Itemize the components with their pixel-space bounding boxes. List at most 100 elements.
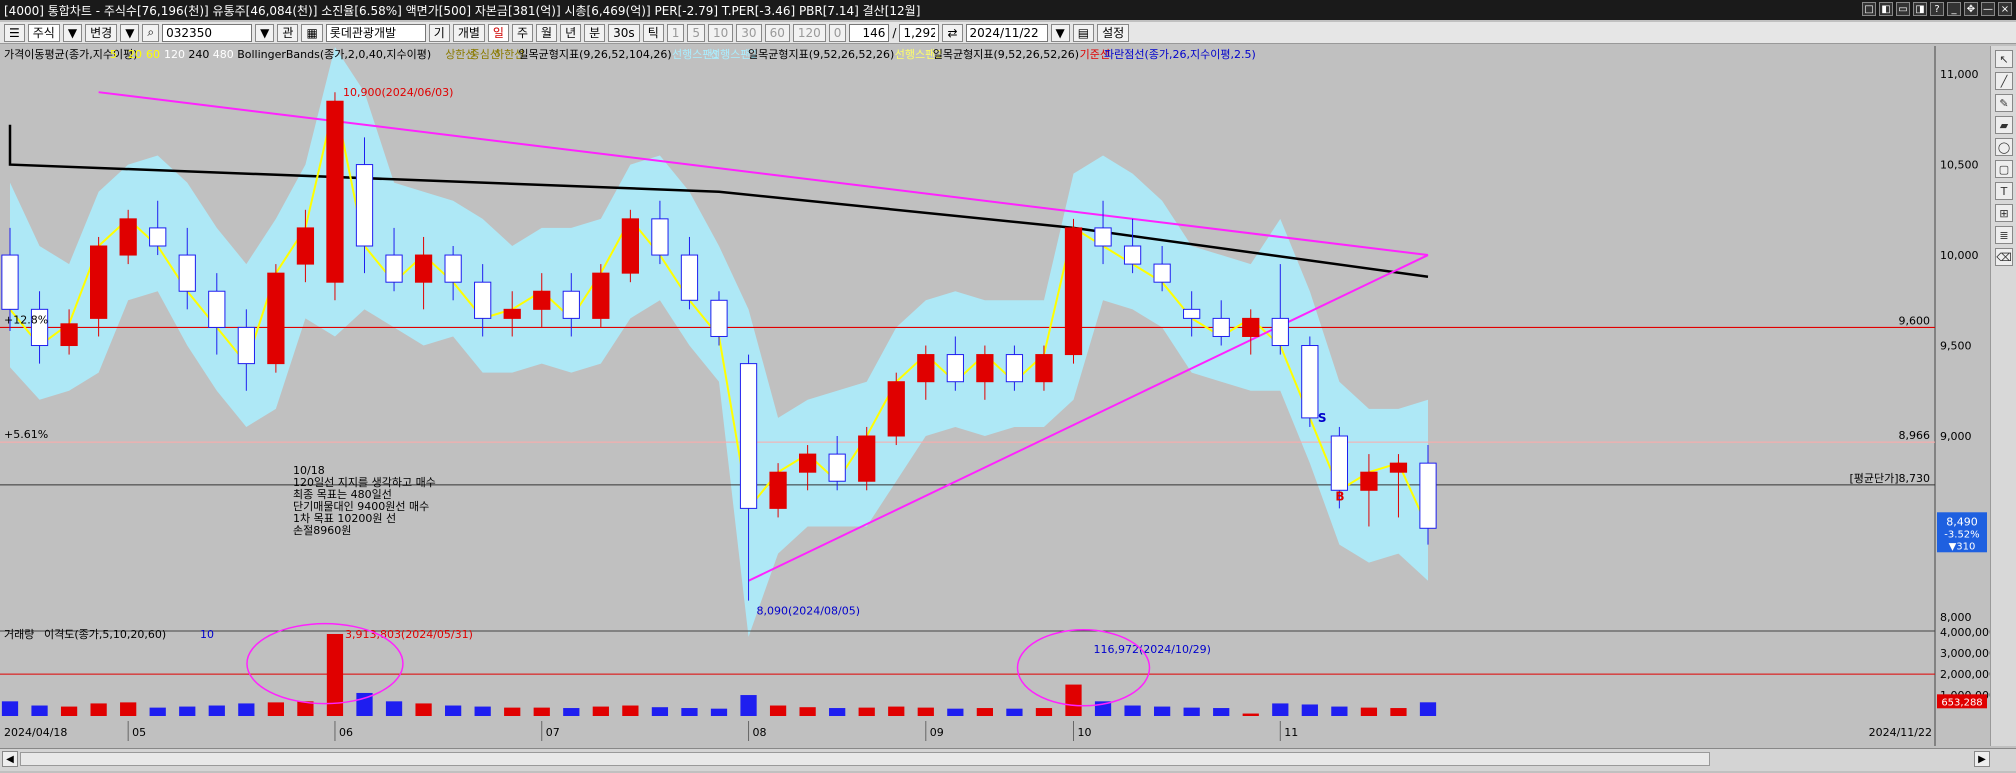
text-tool-icon[interactable]: T — [1995, 182, 2013, 200]
jump-button[interactable]: 관 — [277, 23, 299, 42]
tab-period[interactable]: 분 — [584, 23, 606, 42]
volume-bar — [445, 705, 462, 716]
rectangle-tool-icon[interactable]: ▢ — [1995, 160, 2013, 178]
candle-body — [858, 435, 876, 482]
range-input[interactable] — [899, 23, 940, 42]
ellipse-tool-icon[interactable]: ◯ — [1995, 138, 2013, 156]
indicator-legend-item: 5 — [110, 48, 117, 61]
memo-line: 손절8960원 — [293, 524, 351, 537]
minute-button[interactable]: 1 — [666, 23, 685, 42]
volume-panel-param: 10 — [200, 628, 214, 641]
candle-body — [1094, 227, 1112, 247]
candle-body — [60, 323, 78, 347]
scroll-thumb[interactable] — [20, 752, 1710, 766]
window-title: [4000] 통합차트 - 주식수[76,196(천)] 유통주[46,084(… — [4, 3, 921, 18]
window-button[interactable]: × — [1998, 2, 2012, 16]
volume-bar — [415, 703, 432, 716]
candle-body — [976, 354, 994, 383]
tab-period[interactable]: 주 — [511, 23, 534, 42]
window-button[interactable]: ◨ — [1913, 2, 1927, 16]
minute-button[interactable]: 10 — [708, 23, 734, 42]
volume-bar — [31, 705, 48, 716]
window-button[interactable]: _ — [1947, 2, 1961, 16]
volume-bar — [740, 695, 757, 716]
candle-body — [739, 363, 758, 509]
price-tick-label: 8,000 — [1940, 611, 1972, 624]
link-icon[interactable]: ⇄ — [942, 23, 963, 42]
count-input[interactable] — [849, 23, 890, 42]
candle-body — [769, 471, 787, 509]
scroll-left-icon[interactable]: ◀ — [2, 751, 18, 767]
level-label-9600: 9,600 — [1899, 314, 1931, 327]
date-start: 2024/04/18 — [4, 726, 67, 739]
tab-period[interactable]: 월 — [536, 23, 558, 42]
view-button[interactable]: 개별 — [452, 23, 485, 42]
left-pct-label: +5.61% — [4, 428, 48, 441]
volume-bar — [385, 701, 403, 716]
high-label: 10,900(2024/06/03) — [343, 86, 453, 99]
horizontal-scrollbar[interactable]: ◀ ▶ — [0, 748, 2016, 771]
volume-bar — [1390, 708, 1407, 716]
stock-name-input[interactable] — [325, 23, 426, 42]
candle-body — [710, 299, 728, 337]
left-pct-label2: +12.8% — [4, 313, 48, 326]
candle-body — [680, 254, 699, 301]
indicator-legend-item: 60 — [146, 48, 160, 61]
indicator-legend-item: 480 — [213, 48, 234, 61]
window-button[interactable]: — — [1981, 2, 1995, 16]
indicator-legend: 가격이동평균(종가,지수이평)5 20 60 120 240 480 BollingerBa… — [4, 47, 1256, 61]
volume-bar — [651, 707, 669, 716]
window-button[interactable]: □ — [1862, 2, 1876, 16]
pointer-icon[interactable]: ↖ — [1995, 50, 2013, 68]
candle-body — [1123, 245, 1142, 265]
tab-period[interactable]: 틱 — [642, 23, 664, 42]
price-chart[interactable]: 10,900(2024/06/03)8,090(2024/08/05)10/18… — [0, 46, 2016, 773]
dropdown-icon[interactable]: ▼ — [120, 23, 140, 42]
volume-bar — [1242, 713, 1259, 716]
stock-code-input[interactable] — [162, 23, 253, 42]
minute-button[interactable]: 120 — [792, 23, 826, 42]
window-button[interactable]: ✥ — [1964, 2, 1978, 16]
avg-price-label: [평균단가]8,730 — [1849, 472, 1930, 485]
date-input[interactable] — [965, 23, 1048, 42]
candle-body — [1212, 317, 1230, 337]
brush-tool-icon[interactable]: ▰ — [1995, 116, 2013, 134]
calendar-icon[interactable]: ▤ — [1072, 23, 1095, 42]
window-button[interactable]: ◧ — [1879, 2, 1893, 16]
chart-tool-icon[interactable]: ⊞ — [1995, 204, 2013, 222]
volume-bar — [1124, 705, 1141, 716]
candle-body — [444, 254, 462, 283]
tab-period[interactable]: 년 — [560, 23, 582, 42]
dropdown-icon[interactable]: ▼ — [255, 23, 275, 42]
tab-period[interactable]: 일 — [487, 23, 509, 42]
chart-area[interactable]: 10,900(2024/06/03) 8,090(2024/08/05) 10/18… — [0, 46, 2016, 773]
tab-period[interactable]: 30s — [608, 23, 640, 42]
window-button[interactable]: ? — [1930, 2, 1944, 16]
search-icon[interactable]: ⌕ — [142, 23, 160, 42]
zero-button[interactable]: 0 — [828, 23, 847, 42]
minute-button[interactable]: 5 — [687, 23, 706, 42]
fib-tool-icon[interactable]: ≣ — [1995, 226, 2013, 244]
volume-bar — [710, 708, 728, 716]
minute-button[interactable]: 30 — [736, 23, 762, 42]
window-button[interactable]: ▭ — [1896, 2, 1910, 16]
settings-button[interactable]: 설정 — [1097, 23, 1130, 42]
candle-body — [917, 354, 935, 383]
volume-bar — [60, 706, 78, 716]
volume-bar — [1, 701, 19, 716]
view-button[interactable]: 기 — [428, 23, 450, 42]
volume-bar — [474, 706, 491, 716]
scroll-right-icon[interactable]: ▶ — [1974, 751, 1990, 767]
chart-icon[interactable]: ▦ — [301, 23, 323, 42]
dropdown-icon[interactable]: ▼ — [1050, 23, 1070, 42]
pen-tool-icon[interactable]: ✎ — [1995, 94, 2013, 112]
change-button[interactable]: 변경 — [85, 23, 118, 42]
dropdown-icon[interactable]: ▼ — [62, 23, 83, 42]
volume-panel-title: 거래량 — [4, 628, 34, 641]
candle-body — [1064, 227, 1083, 356]
minute-button[interactable]: 60 — [764, 23, 790, 42]
delete-tool-icon[interactable]: ⌫ — [1995, 248, 2013, 266]
market-select[interactable]: 주식 — [27, 23, 60, 42]
line-tool-icon[interactable]: ╱ — [1995, 72, 2013, 90]
menu-icon[interactable]: ☰ — [4, 23, 25, 42]
